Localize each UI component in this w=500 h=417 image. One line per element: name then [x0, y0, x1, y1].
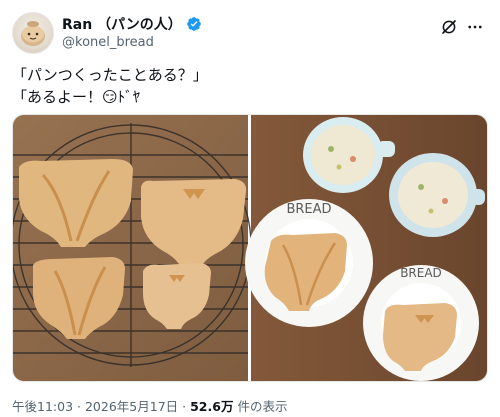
tweet-date[interactable]: 2026年5月17日: [85, 399, 178, 414]
verified-badge-icon: [186, 17, 201, 31]
bread-character-avatar-icon: [21, 21, 45, 46]
author-handle[interactable]: @konel_bread: [62, 35, 154, 50]
grok-icon[interactable]: [440, 18, 458, 36]
tweet-time[interactable]: 午後11:03: [12, 399, 73, 414]
bread-on-cooling-rack-photo[interactable]: [13, 115, 252, 382]
footer-separator: ·: [77, 399, 81, 414]
tweet-header: Ran （パンの人） @konel_bread: [12, 12, 488, 56]
tweet-line-1: 「パンつくったことある？」: [12, 66, 208, 84]
avatar[interactable]: [12, 12, 54, 54]
bread-with-soup-on-plates-photo[interactable]: [245, 115, 488, 382]
tweet-line-2: 「あるよー！😏ﾄﾞﾔ: [12, 88, 141, 106]
author-display-name[interactable]: Ran （パンの人）: [62, 14, 182, 34]
tweet-footer: 午後11:03 · 2026年5月17日 · 52.6万 件の表示: [12, 396, 287, 415]
more-options-icon[interactable]: [466, 18, 484, 36]
plate-text-left: BREAD: [286, 202, 331, 217]
tweet-text: 「パンつくったことある？」 「あるよー！😏ﾄﾞﾔ: [12, 64, 208, 108]
footer-separator-2: ·: [182, 399, 187, 414]
views-label: 件の表示: [237, 399, 288, 414]
plate-text-right: BREAD: [400, 266, 442, 280]
views-count: 52.6万: [190, 399, 234, 414]
tweet-media[interactable]: BREAD BREAD: [12, 114, 488, 382]
